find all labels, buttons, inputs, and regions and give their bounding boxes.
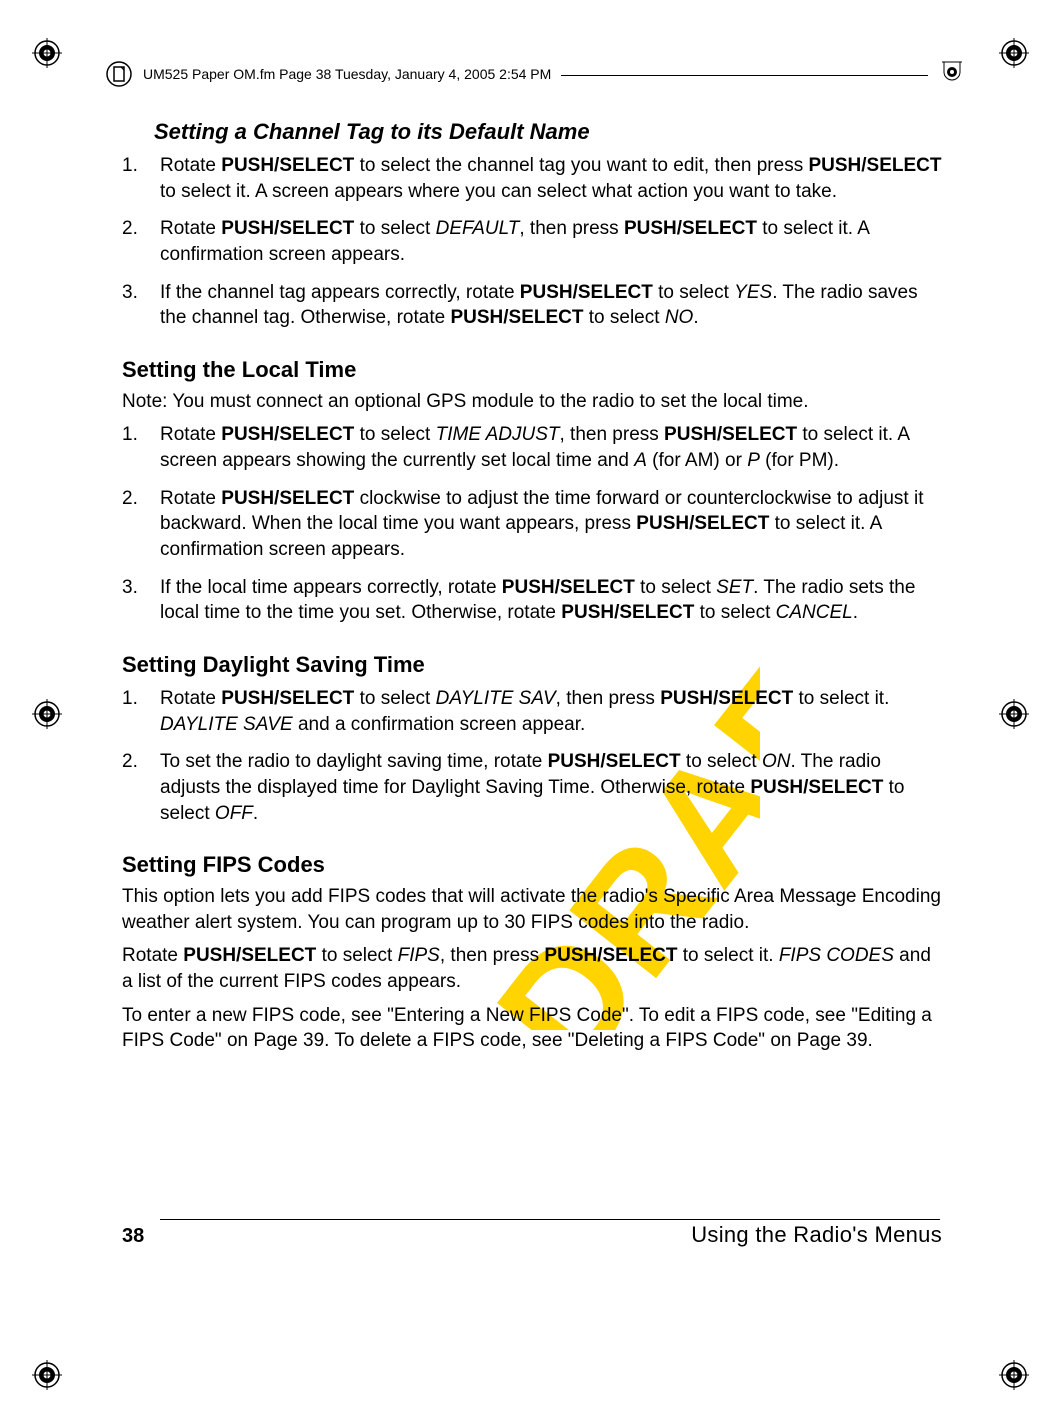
- header-rule: [561, 75, 928, 76]
- list-number: 3.: [122, 280, 138, 306]
- crop-mark-bottom-left: [32, 1360, 62, 1390]
- page-content: Setting a Channel Tag to its Default Nam…: [122, 105, 942, 1062]
- list-item: 1.Rotate PUSH/SELECT to select the chann…: [122, 153, 942, 204]
- footer-title: Using the Radio's Menus: [691, 1222, 942, 1248]
- list-item: 2.Rotate PUSH/SELECT to select DEFAULT, …: [122, 216, 942, 267]
- heading-setting-channel-tag: Setting a Channel Tag to its Default Nam…: [154, 119, 942, 145]
- section3-list: 1.Rotate PUSH/SELECT to select DAYLITE S…: [122, 686, 942, 826]
- list-number: 2.: [122, 216, 138, 242]
- page-number: 38: [122, 1225, 144, 1248]
- list-number: 3.: [122, 575, 138, 601]
- list-item: 1.Rotate PUSH/SELECT to select DAYLITE S…: [122, 686, 942, 737]
- list-item: 3.If the local time appears correctly, r…: [122, 575, 942, 626]
- heading-setting-fips: Setting FIPS Codes: [122, 852, 942, 878]
- crop-mark-mid-left: [32, 699, 62, 729]
- page-end-icon: [938, 60, 966, 88]
- footer-rule: [160, 1219, 940, 1220]
- list-number: 1.: [122, 422, 138, 448]
- crop-mark-mid-right: [999, 699, 1029, 729]
- crop-mark-bottom-right: [999, 1360, 1029, 1390]
- list-item: 3.If the channel tag appears correctly, …: [122, 280, 942, 331]
- footer: 38 Using the Radio's Menus: [122, 1222, 942, 1248]
- section2-list: 1.Rotate PUSH/SELECT to select TIME ADJU…: [122, 422, 942, 625]
- list-item: 2.To set the radio to daylight saving ti…: [122, 749, 942, 826]
- section1-list: 1.Rotate PUSH/SELECT to select the chann…: [122, 153, 942, 331]
- list-number: 1.: [122, 153, 138, 179]
- list-item: 2.Rotate PUSH/SELECT clockwise to adjust…: [122, 486, 942, 563]
- crop-mark-top-left: [32, 38, 62, 68]
- section4-para1: This option lets you add FIPS codes that…: [122, 884, 942, 935]
- header-text: UM525 Paper OM.fm Page 38 Tuesday, Janua…: [143, 66, 551, 82]
- heading-setting-local-time: Setting the Local Time: [122, 357, 942, 383]
- header: UM525 Paper OM.fm Page 38 Tuesday, Janua…: [105, 60, 966, 88]
- list-number: 1.: [122, 686, 138, 712]
- heading-setting-dst: Setting Daylight Saving Time: [122, 652, 942, 678]
- crop-mark-top-right: [999, 38, 1029, 68]
- section4-para2: Rotate PUSH/SELECT to select FIPS, then …: [122, 943, 942, 994]
- section4-para3: To enter a new FIPS code, see "Entering …: [122, 1003, 942, 1054]
- page-icon: [105, 60, 133, 88]
- list-number: 2.: [122, 749, 138, 775]
- list-number: 2.: [122, 486, 138, 512]
- section2-note: Note: You must connect an optional GPS m…: [122, 389, 942, 415]
- list-item: 1.Rotate PUSH/SELECT to select TIME ADJU…: [122, 422, 942, 473]
